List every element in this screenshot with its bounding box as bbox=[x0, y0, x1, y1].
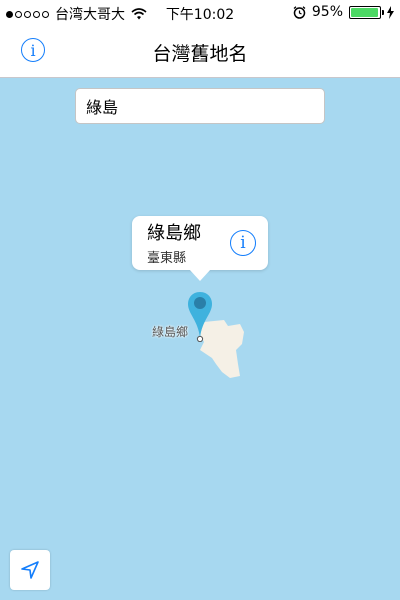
map-view[interactable]: 綠島鄉 綠島鄉 臺東縣 i bbox=[0, 78, 400, 600]
callout-arrow bbox=[189, 269, 211, 281]
callout-info-button[interactable]: i bbox=[230, 230, 256, 256]
map-place-label: 綠島鄉 bbox=[152, 325, 189, 339]
search-input[interactable] bbox=[75, 88, 325, 124]
page-title: 台灣舊地名 bbox=[152, 43, 248, 65]
status-bar: 台湾大哥大 下午10:02 95% bbox=[0, 0, 400, 26]
charging-bolt-icon bbox=[387, 5, 394, 19]
map-pin-icon[interactable] bbox=[186, 290, 214, 342]
location-arrow-icon bbox=[21, 561, 39, 579]
info-icon: i bbox=[240, 233, 246, 253]
callout-title: 綠島鄉 bbox=[147, 223, 201, 244]
battery-percent: 95% bbox=[311, 4, 343, 20]
alarm-icon bbox=[293, 5, 306, 19]
battery-cap bbox=[382, 9, 384, 15]
locate-me-button[interactable] bbox=[10, 550, 50, 590]
status-right: 95% bbox=[293, 4, 394, 20]
battery-fill bbox=[351, 7, 378, 17]
callout-subtitle: 臺東縣 bbox=[147, 251, 187, 266]
nav-bar: i 台灣舊地名 bbox=[0, 26, 400, 78]
battery-icon bbox=[349, 5, 384, 19]
place-callout[interactable]: 綠島鄉 臺東縣 i bbox=[132, 216, 268, 281]
